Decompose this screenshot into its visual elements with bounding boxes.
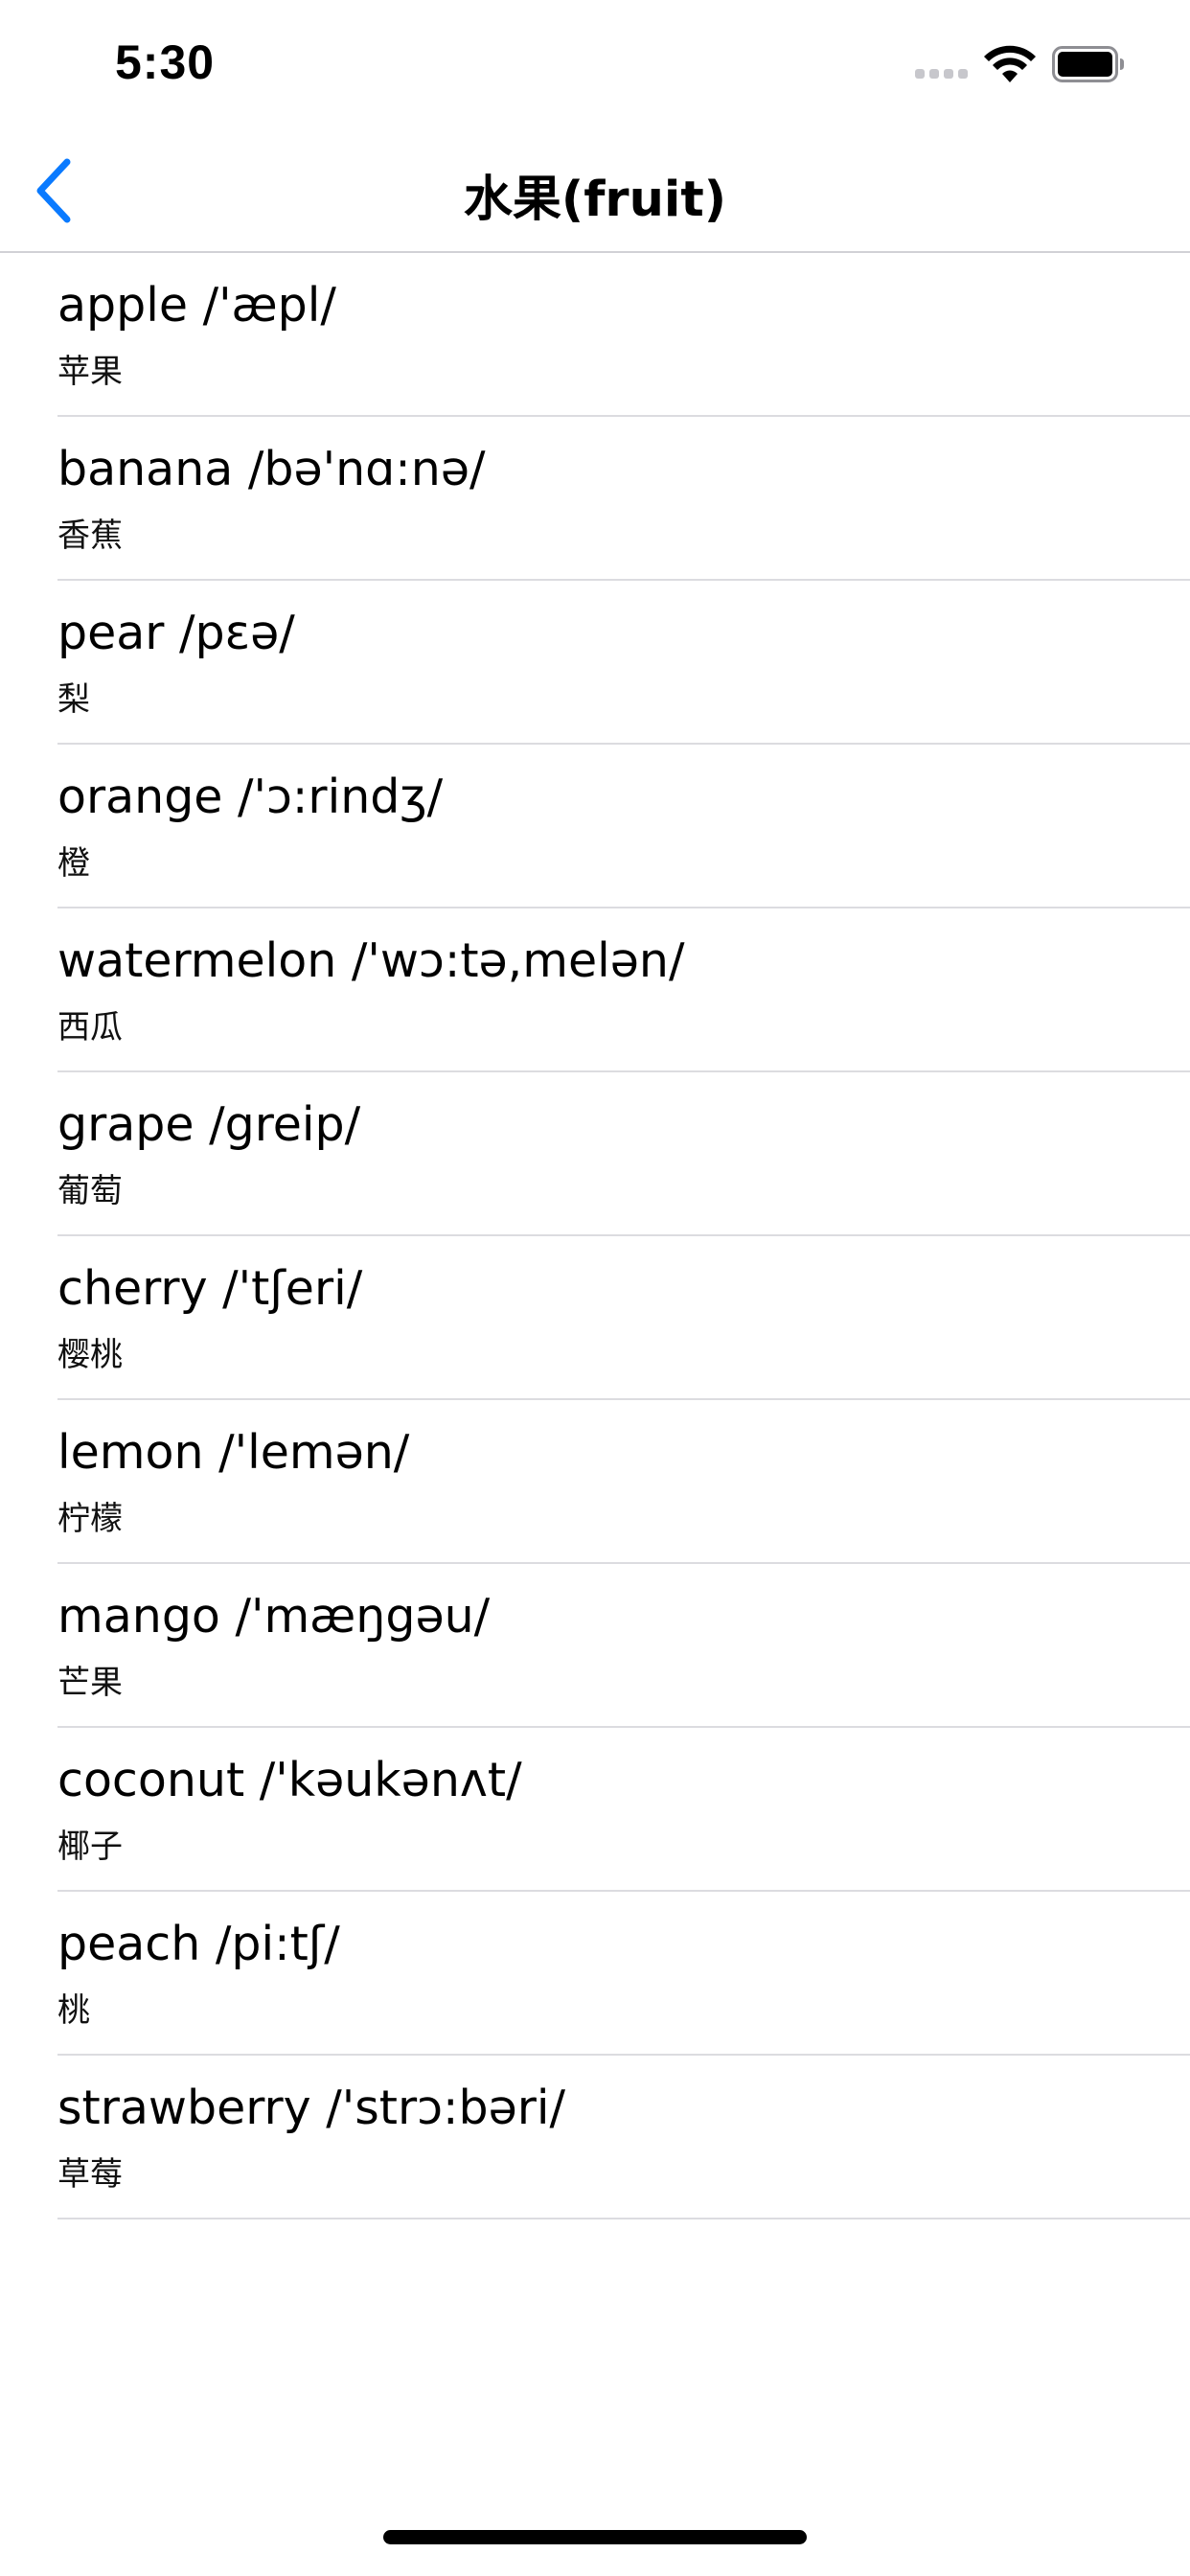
word-text: peach /pi:tʃ/	[57, 1917, 340, 1971]
word-meaning: 苹果	[57, 353, 123, 391]
page-title: 水果(fruit)	[463, 172, 727, 228]
word-text: cherry /'tʃeri/	[57, 1261, 363, 1316]
list-item[interactable]: mango /'mæŋgəu/ 芒果	[0, 1564, 1190, 1728]
word-meaning: 桃	[57, 1991, 90, 2030]
word-text: watermelon /'wɔ:tə,melən/	[57, 933, 685, 988]
word-meaning: 柠檬	[57, 1500, 123, 1538]
list-item[interactable]: peach /pi:tʃ/ 桃	[0, 1892, 1190, 2056]
word-text: coconut /'kəukənʌt/	[57, 1753, 522, 1807]
navigation-bar: 水果(fruit)	[0, 126, 1190, 253]
cellular-signal-icon	[915, 69, 968, 79]
list-item[interactable]: pear /pεə/ 梨	[0, 581, 1190, 745]
home-indicator[interactable]	[383, 2530, 807, 2544]
word-meaning: 椰子	[57, 1828, 123, 1866]
word-text: lemon /'lemən/	[57, 1425, 410, 1480]
list-item[interactable]: strawberry /'strɔ:bəri/ 草莓	[0, 2056, 1190, 2220]
word-meaning: 梨	[57, 680, 90, 719]
wifi-icon	[984, 45, 1036, 82]
list-item[interactable]: cherry /'tʃeri/ 樱桃	[0, 1236, 1190, 1400]
word-text: strawberry /'strɔ:bəri/	[57, 2081, 566, 2135]
list-item[interactable]: coconut /'kəukənʌt/ 椰子	[0, 1728, 1190, 1892]
status-time: 5:30	[115, 35, 216, 89]
word-meaning: 草莓	[57, 2155, 123, 2194]
list-item[interactable]: apple /'æpl/ 苹果	[0, 253, 1190, 417]
word-text: banana /bə'nɑ:nə/	[57, 442, 486, 496]
list-item[interactable]: banana /bə'nɑ:nə/ 香蕉	[0, 417, 1190, 581]
word-list: apple /'æpl/ 苹果 banana /bə'nɑ:nə/ 香蕉 pea…	[0, 253, 1190, 2220]
word-text: mango /'mæŋgəu/	[57, 1589, 491, 1644]
list-item[interactable]: watermelon /'wɔ:tə,melən/ 西瓜	[0, 908, 1190, 1072]
word-meaning: 樱桃	[57, 1336, 123, 1374]
word-text: pear /pεə/	[57, 606, 295, 660]
status-bar: 5:30	[0, 0, 1190, 126]
word-meaning: 橙	[57, 844, 90, 883]
word-meaning: 香蕉	[57, 517, 123, 555]
battery-icon	[1052, 46, 1124, 82]
list-item[interactable]: grape /greip/ 葡萄	[0, 1072, 1190, 1236]
word-meaning: 西瓜	[57, 1008, 123, 1046]
word-text: orange /'ɔ:rindʒ/	[57, 770, 444, 824]
word-text: apple /'æpl/	[57, 278, 336, 333]
word-meaning: 芒果	[57, 1664, 123, 1702]
word-text: grape /greip/	[57, 1097, 361, 1152]
list-item[interactable]: lemon /'lemən/ 柠檬	[0, 1400, 1190, 1564]
list-item[interactable]: orange /'ɔ:rindʒ/ 橙	[0, 745, 1190, 908]
word-meaning: 葡萄	[57, 1172, 123, 1210]
